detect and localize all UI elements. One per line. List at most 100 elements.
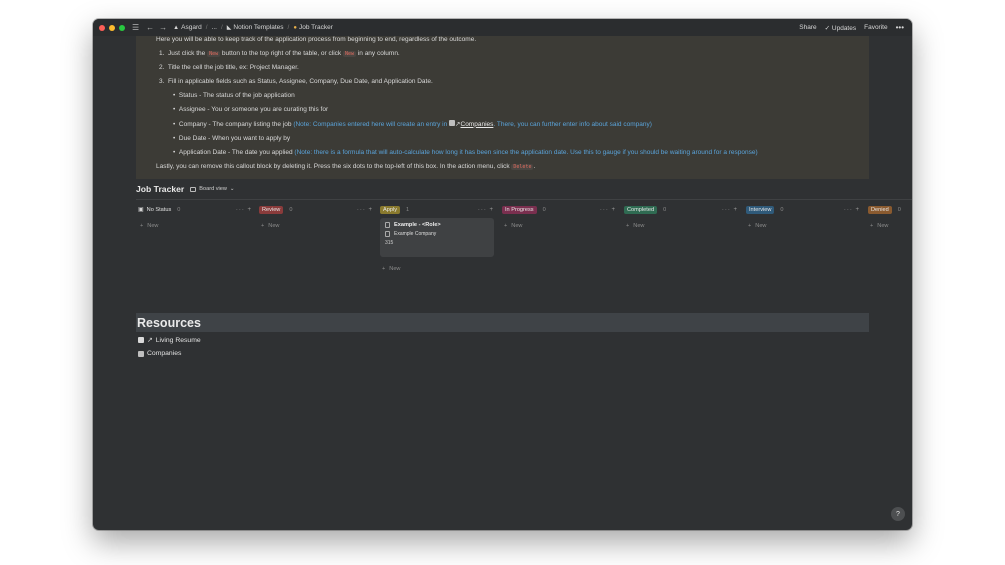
column-denied: Denied 0 + New xyxy=(868,205,912,229)
card-title: Example - <Role> xyxy=(394,222,441,228)
new-card-button[interactable]: + New xyxy=(140,223,252,229)
column-review: Review 0 ··· + + New xyxy=(259,205,373,229)
no-status-icon: ▣ xyxy=(138,207,144,213)
app-window: ☰ ← → ▲ Asgard / ... / ◣ Notion Templates … xyxy=(93,19,912,530)
back-arrow-icon[interactable]: ← xyxy=(146,23,154,32)
column-count: 0 xyxy=(897,206,901,213)
new-card-button[interactable]: + New xyxy=(870,223,912,229)
plus-icon: + xyxy=(261,223,265,229)
column-apply: Apply 1 ··· + Example - <Role> Example C… xyxy=(380,205,494,272)
column-label[interactable]: Interview xyxy=(746,205,775,214)
column-count: 0 xyxy=(663,206,667,213)
callout-intro: Here you will be able to keep track of t… xyxy=(156,36,477,43)
building-icon xyxy=(138,350,144,357)
new-card-button[interactable]: + New xyxy=(261,223,373,229)
maximize-window-button[interactable] xyxy=(119,24,125,31)
column-actions[interactable]: ··· + xyxy=(722,207,738,213)
breadcrumb-workspace[interactable]: ▲ Asgard xyxy=(173,24,202,31)
column-count: 0 xyxy=(289,206,293,213)
column-label[interactable]: Review xyxy=(259,205,284,214)
column-count: 0 xyxy=(780,206,784,213)
bullet-due-date: • Due Date - When you want to apply by xyxy=(173,134,291,142)
step-1: 1. Just click the New button to the top … xyxy=(159,50,400,58)
kanban-board: ▣ No Status 0 ··· + + New Review 0 ··· + … xyxy=(136,205,912,295)
column-in-progress: In Progress 0 ··· + + New xyxy=(502,205,616,229)
column-label: No Status xyxy=(146,206,172,213)
column-actions[interactable]: ··· + xyxy=(844,207,860,213)
step-2: 2. Title the cell the job title, ex: Pro… xyxy=(159,64,299,72)
column-label[interactable]: Apply xyxy=(380,205,400,214)
page-icon xyxy=(385,222,390,228)
new-card-button[interactable]: + New xyxy=(504,223,616,229)
resources-heading: Resources xyxy=(137,316,201,330)
column-count: 0 xyxy=(177,206,181,213)
resume-icon xyxy=(138,337,144,343)
minimize-window-button[interactable] xyxy=(109,24,115,31)
bullet-application-date: • Application Date - The date you applie… xyxy=(173,148,758,156)
job-tracker-header: Job Tracker Board view ⌄ xyxy=(136,184,235,194)
column-label[interactable]: Completed xyxy=(624,205,658,214)
companies-resource-link[interactable]: Companies xyxy=(138,350,181,357)
inline-code-new: New xyxy=(207,51,221,58)
close-window-button[interactable] xyxy=(99,24,105,31)
inline-code-new: New xyxy=(342,51,357,58)
resources-highlight xyxy=(136,313,869,332)
column-interview: Interview 0 ··· + + New xyxy=(746,205,860,229)
plus-icon: + xyxy=(504,223,508,229)
column-count: 1 xyxy=(406,206,410,213)
column-count: 0 xyxy=(542,206,546,213)
help-button[interactable]: ? xyxy=(891,507,905,521)
column-label[interactable]: In Progress xyxy=(502,205,537,214)
callout-lastly: Lastly, you can remove this callout bloc… xyxy=(156,162,536,170)
more-options-icon[interactable]: ••• xyxy=(896,23,904,32)
column-actions[interactable]: ··· + xyxy=(357,207,373,213)
breadcrumb-ellipsis[interactable]: ... xyxy=(212,24,217,31)
instructions-callout[interactable]: Here you will be able to keep track of t… xyxy=(136,36,869,179)
menu-icon[interactable]: ☰ xyxy=(132,23,139,32)
check-icon: ✓ xyxy=(824,24,832,32)
card-days-since: 315 xyxy=(385,240,394,246)
updates-button[interactable]: ✓ Updates xyxy=(825,24,856,32)
window-controls xyxy=(99,24,125,31)
inline-code-delete: Delete xyxy=(511,163,534,170)
column-actions[interactable]: ··· + xyxy=(600,207,616,213)
favorite-button[interactable]: Favorite xyxy=(864,24,887,31)
bullet-company: • Company - The company listing the job … xyxy=(173,119,652,128)
bullet-status: • Status - The status of the job applica… xyxy=(173,92,295,100)
column-actions[interactable]: ··· + xyxy=(236,207,252,213)
share-button[interactable]: Share xyxy=(799,24,816,31)
bullet-assignee: • Assignee - You or someone you are cura… xyxy=(173,106,329,114)
workspace-icon: ▲ xyxy=(173,25,180,31)
plus-icon: + xyxy=(626,223,630,229)
job-card[interactable]: Example - <Role> Example Company 315 xyxy=(380,218,494,257)
column-actions[interactable]: ··· + xyxy=(478,207,494,213)
new-card-button[interactable]: + New xyxy=(748,223,860,229)
plus-icon: + xyxy=(382,266,386,272)
card-company[interactable]: Example Company xyxy=(394,231,436,237)
step-3: 3. Fill in applicable fields such as Sta… xyxy=(159,78,433,86)
column-label[interactable]: Denied xyxy=(868,205,892,214)
database-title[interactable]: Job Tracker xyxy=(136,184,184,194)
plus-icon: + xyxy=(748,223,752,229)
job-tracker-icon: ● xyxy=(293,25,297,31)
breadcrumb-notion-templates[interactable]: ◣ Notion Templates xyxy=(227,24,284,31)
companies-link[interactable]: ↗Companies xyxy=(449,119,493,128)
divider xyxy=(136,199,912,200)
breadcrumb: ▲ Asgard / ... / ◣ Notion Templates / ● Job… xyxy=(173,24,333,31)
new-card-button[interactable]: + New xyxy=(626,223,738,229)
plus-icon: + xyxy=(870,223,874,229)
new-card-button[interactable]: + New xyxy=(382,266,494,272)
forward-arrow-icon[interactable]: → xyxy=(159,23,167,32)
company-page-icon xyxy=(385,231,390,237)
living-resume-link[interactable]: ↗ Living Resume xyxy=(138,336,201,344)
plus-icon: + xyxy=(140,223,144,229)
templates-icon: ◣ xyxy=(226,25,232,31)
column-no-status: ▣ No Status 0 ··· + + New xyxy=(138,205,252,230)
column-completed: Completed 0 ··· + + New xyxy=(624,205,738,229)
link-arrow-icon: ↗ xyxy=(147,337,153,344)
chevron-down-icon: ⌄ xyxy=(229,186,235,192)
view-switcher[interactable]: Board view ⌄ xyxy=(190,186,235,192)
breadcrumb-job-tracker[interactable]: ● Job Tracker xyxy=(293,24,333,31)
board-icon xyxy=(190,186,197,192)
top-actions: Share ✓ Updates Favorite ••• xyxy=(799,23,904,32)
